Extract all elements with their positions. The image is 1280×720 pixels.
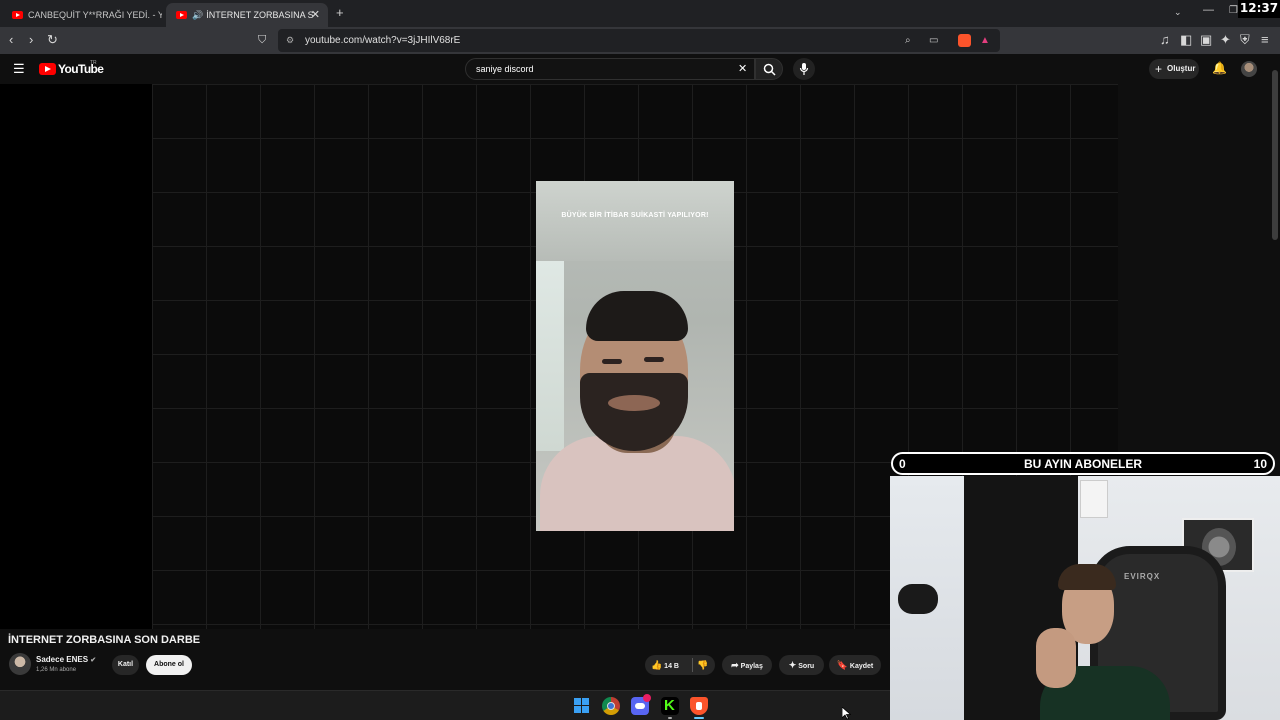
divider — [692, 658, 693, 672]
tab-title: İNTERNET ZORBASINA SON DARBE - YouTube — [206, 10, 314, 20]
thumbs-down-icon[interactable]: 👎 — [697, 655, 708, 675]
tab-list-chevron-icon[interactable]: ⌄ — [1174, 7, 1182, 18]
guide-menu-icon[interactable]: ☰ — [13, 61, 25, 77]
mouse-cursor-icon — [842, 707, 851, 720]
window-in-video — [536, 261, 564, 451]
create-button[interactable]: + Oluştur — [1149, 59, 1199, 79]
bookmark-icon[interactable]: ⛉ — [258, 33, 266, 47]
youtube-header: ☰ YouTube TR saniye discord ✕ + Oluştur … — [0, 54, 1280, 84]
subscriber-goal-bar: 0 BU AYIN ABONELER 10 — [891, 452, 1275, 475]
webcam-feed: EVIRQX — [890, 476, 1280, 720]
channel-avatar[interactable] — [9, 653, 31, 675]
like-count: 14 B — [664, 663, 679, 670]
youtube-favicon-icon — [12, 11, 23, 19]
reload-icon[interactable]: ↻ — [47, 33, 58, 47]
windows-start-icon[interactable] — [573, 697, 591, 715]
clock: 12:37 — [1238, 0, 1280, 18]
new-tab-button[interactable]: + — [336, 5, 344, 20]
sparkle-icon: ✦ — [788, 660, 797, 670]
windows-taskbar: K — [0, 690, 890, 720]
tab-title: CANBEQUİT Y**RRAĞI YEDİ. - YouTube — [28, 10, 162, 20]
video-title: İNTERNET ZORBASINA SON DARBE — [8, 634, 201, 646]
youtube-logo-icon[interactable] — [39, 63, 56, 75]
plus-icon: + — [1155, 62, 1163, 76]
video-frame[interactable]: BÜYÜK BİR İTİBAR SUİKASTİ YAPILIYOR! — [536, 181, 734, 531]
subscribe-button[interactable]: Abone ol — [146, 655, 192, 675]
share-button[interactable]: ➦ Paylaş — [722, 655, 772, 675]
chrome-icon[interactable] — [602, 697, 620, 715]
streamer-hand — [1036, 628, 1076, 688]
tab-inactive[interactable]: CANBEQUİT Y**RRAĞI YEDİ. - YouTube — [2, 3, 162, 27]
like-button[interactable]: 👍 14 B — [651, 660, 679, 670]
air-conditioner — [1080, 480, 1108, 518]
streamer-hair — [1058, 564, 1116, 590]
create-label: Oluştur — [1167, 64, 1196, 73]
browser-tab-strip: CANBEQUİT Y**RRAĞI YEDİ. - YouTube 🔊 İNT… — [0, 0, 1280, 27]
ask-label: Soru — [798, 663, 815, 670]
microphone-icon — [799, 63, 809, 75]
bookmark-save-icon: 🔖 — [836, 660, 848, 670]
share-label: Paylaş — [740, 663, 763, 670]
brave-shields-icon[interactable] — [958, 34, 971, 47]
video-player[interactable] — [0, 84, 1118, 629]
avatar[interactable] — [1241, 61, 1257, 77]
sidebar-icon[interactable]: ◧ — [1180, 33, 1192, 47]
browser-toolbar: ‹ › ↻ ⛉ ⚙ youtube.com/watch?v=3jJHIlV68r… — [0, 27, 1280, 54]
youtube-favicon-icon — [176, 11, 187, 19]
channel-name[interactable]: Sadece ENES ✔ — [36, 655, 96, 664]
search-input[interactable]: saniye discord ✕ — [465, 58, 755, 80]
voice-search-button[interactable] — [793, 58, 815, 80]
vpn-icon[interactable]: ⛨ — [1240, 33, 1250, 47]
tab-active[interactable]: 🔊 İNTERNET ZORBASINA SON DARBE - YouTube… — [166, 3, 328, 27]
goal-title: BU AYIN ABONELER — [1023, 457, 1142, 471]
region-code: TR — [90, 60, 97, 66]
like-dislike-group: 👍 14 B 👎 — [645, 655, 715, 675]
media-icon[interactable]: ♫ — [1160, 33, 1170, 47]
notifications-bell-icon[interactable]: 🔔 — [1212, 61, 1227, 75]
subscriber-count: 1,26 Mn abone — [36, 667, 77, 673]
ask-button[interactable]: ✦ Soru — [779, 655, 824, 675]
active-app-indicator — [694, 717, 704, 719]
search-icon — [763, 63, 776, 76]
save-label: Kaydet — [849, 663, 874, 670]
leo-ai-icon[interactable]: ✦ — [1220, 33, 1231, 47]
menu-icon[interactable]: ≡ — [1261, 33, 1269, 47]
join-button[interactable]: Katıl — [112, 655, 139, 675]
back-icon[interactable]: ‹ — [9, 33, 13, 47]
search-button[interactable] — [755, 58, 783, 80]
cast-icon[interactable]: ▭ — [929, 29, 938, 52]
share-icon: ➦ — [731, 660, 739, 670]
video-overlay-caption: BÜYÜK BİR İTİBAR SUİKASTİ YAPILIYOR! — [561, 212, 709, 219]
url-text: youtube.com/watch?v=3jJHIlV68rE — [305, 35, 461, 46]
clear-search-icon[interactable]: ✕ — [738, 59, 747, 79]
verified-check-icon: ✔ — [90, 657, 97, 664]
running-indicator — [668, 717, 672, 719]
save-button[interactable]: 🔖 Kaydet — [829, 655, 881, 675]
goal-target: 10 — [1253, 457, 1267, 471]
microphone — [898, 584, 938, 614]
brave-icon[interactable] — [690, 697, 708, 715]
tab-close-icon[interactable]: ✕ — [311, 8, 320, 21]
minimize-icon[interactable]: — — [1203, 4, 1214, 16]
address-bar[interactable]: ⚙ youtube.com/watch?v=3jJHIlV68rE ⌕ ▭ ▲ — [278, 29, 1000, 52]
restore-icon[interactable]: ❐ — [1229, 5, 1238, 16]
page-scrollbar[interactable] — [1270, 56, 1280, 452]
person-hair — [586, 291, 688, 341]
thumbs-up-icon: 👍 — [651, 660, 663, 670]
discord-icon[interactable] — [631, 694, 651, 715]
search-input-value: saniye discord — [476, 64, 534, 74]
speaker-icon: 🔊 — [192, 9, 204, 20]
site-info-icon[interactable]: ⚙ — [286, 29, 294, 52]
forward-icon[interactable]: › — [29, 33, 33, 47]
scrollbar-thumb[interactable] — [1272, 70, 1278, 240]
zoom-icon[interactable]: ⌕ — [905, 29, 911, 52]
wallet-icon[interactable]: ▣ — [1200, 33, 1212, 47]
brave-rewards-icon[interactable]: ▲ — [980, 29, 990, 52]
kick-icon[interactable]: K — [661, 697, 679, 715]
